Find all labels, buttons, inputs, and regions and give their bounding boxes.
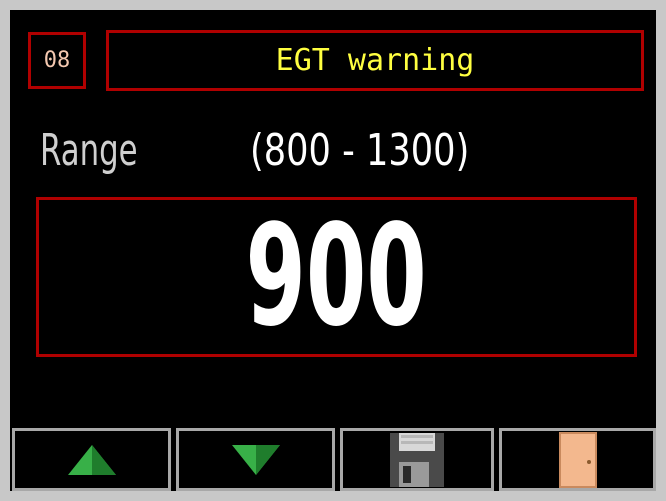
- range-value: (800 - 1300): [250, 125, 470, 176]
- save-button[interactable]: [340, 428, 494, 491]
- up-arrow-icon: [67, 444, 116, 475]
- range-label: Range: [40, 125, 138, 176]
- current-value: 900: [245, 197, 428, 357]
- down-arrow-icon: [231, 444, 280, 475]
- door-icon: [558, 431, 597, 488]
- hmi-screen: 08 EGT warning Range (800 - 1300) 900: [10, 10, 656, 491]
- exit-button[interactable]: [499, 428, 656, 491]
- increase-button[interactable]: [12, 428, 171, 491]
- decrease-button[interactable]: [176, 428, 335, 491]
- screen-id: 08: [28, 32, 86, 89]
- floppy-disk-icon: [390, 432, 444, 487]
- value-display[interactable]: 900: [36, 197, 637, 357]
- screen-title: EGT warning: [106, 30, 644, 91]
